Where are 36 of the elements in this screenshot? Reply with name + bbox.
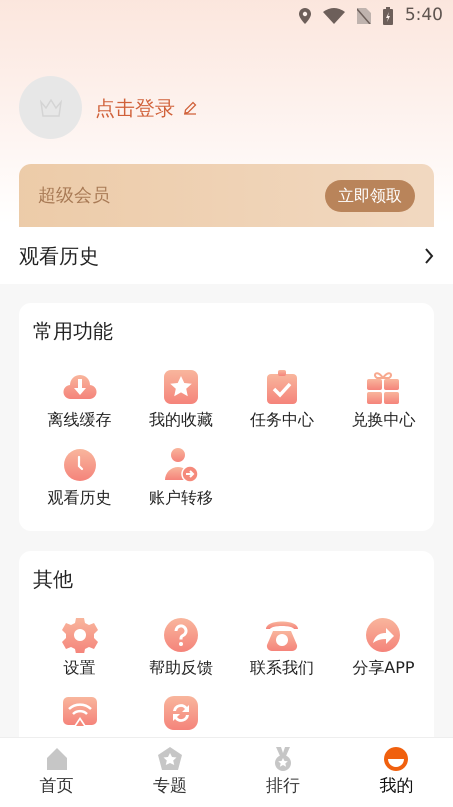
section-title: 常用功能	[32, 318, 113, 345]
no-sim-icon	[356, 8, 371, 24]
nav-tab[interactable]: 专题	[113, 738, 226, 807]
feature-button[interactable]: 分享APP	[352, 657, 414, 679]
gift-icon[interactable]	[365, 369, 402, 405]
history-row[interactable]: 观看历史	[0, 227, 453, 284]
battery-icon	[382, 7, 393, 25]
history-label: 观看历史	[19, 242, 99, 270]
star-badge-icon	[156, 746, 183, 772]
edit-icon[interactable]	[183, 100, 197, 114]
user-transfer-icon[interactable]	[162, 447, 199, 483]
chevron-right-icon	[424, 248, 434, 264]
location-icon	[298, 8, 311, 24]
login-link[interactable]: 点击登录	[95, 92, 175, 122]
refresh-icon[interactable]	[162, 695, 199, 731]
section-title: 其他	[32, 566, 73, 593]
share-icon[interactable]	[365, 617, 402, 653]
vip-title: 超级会员	[38, 184, 110, 208]
feature-button[interactable]: 兑换中心	[351, 409, 416, 431]
feature-button[interactable]: 联系我们	[250, 657, 314, 679]
gear-icon[interactable]	[62, 617, 98, 653]
profile-face-icon	[383, 746, 410, 772]
feature-button[interactable]: 观看历史	[48, 487, 112, 509]
clock-icon[interactable]	[62, 447, 98, 483]
feature-button[interactable]: 设置	[64, 657, 96, 679]
clock-time: 5:40	[404, 4, 443, 28]
nav-tab[interactable]: 排行	[226, 738, 340, 807]
feature-button[interactable]: 账户转移	[148, 487, 213, 509]
feature-button[interactable]: 任务中心	[250, 409, 314, 431]
nav-tab[interactable]: 首页	[0, 738, 114, 807]
feature-button[interactable]: 我的收藏	[148, 409, 213, 431]
nav-tab[interactable]: 我的	[340, 738, 453, 807]
feature-button[interactable]: 帮助反馈	[148, 657, 213, 679]
feature-button[interactable]: 离线缓存	[48, 409, 112, 431]
help-icon[interactable]	[162, 617, 199, 653]
wifi-icon	[322, 8, 345, 24]
